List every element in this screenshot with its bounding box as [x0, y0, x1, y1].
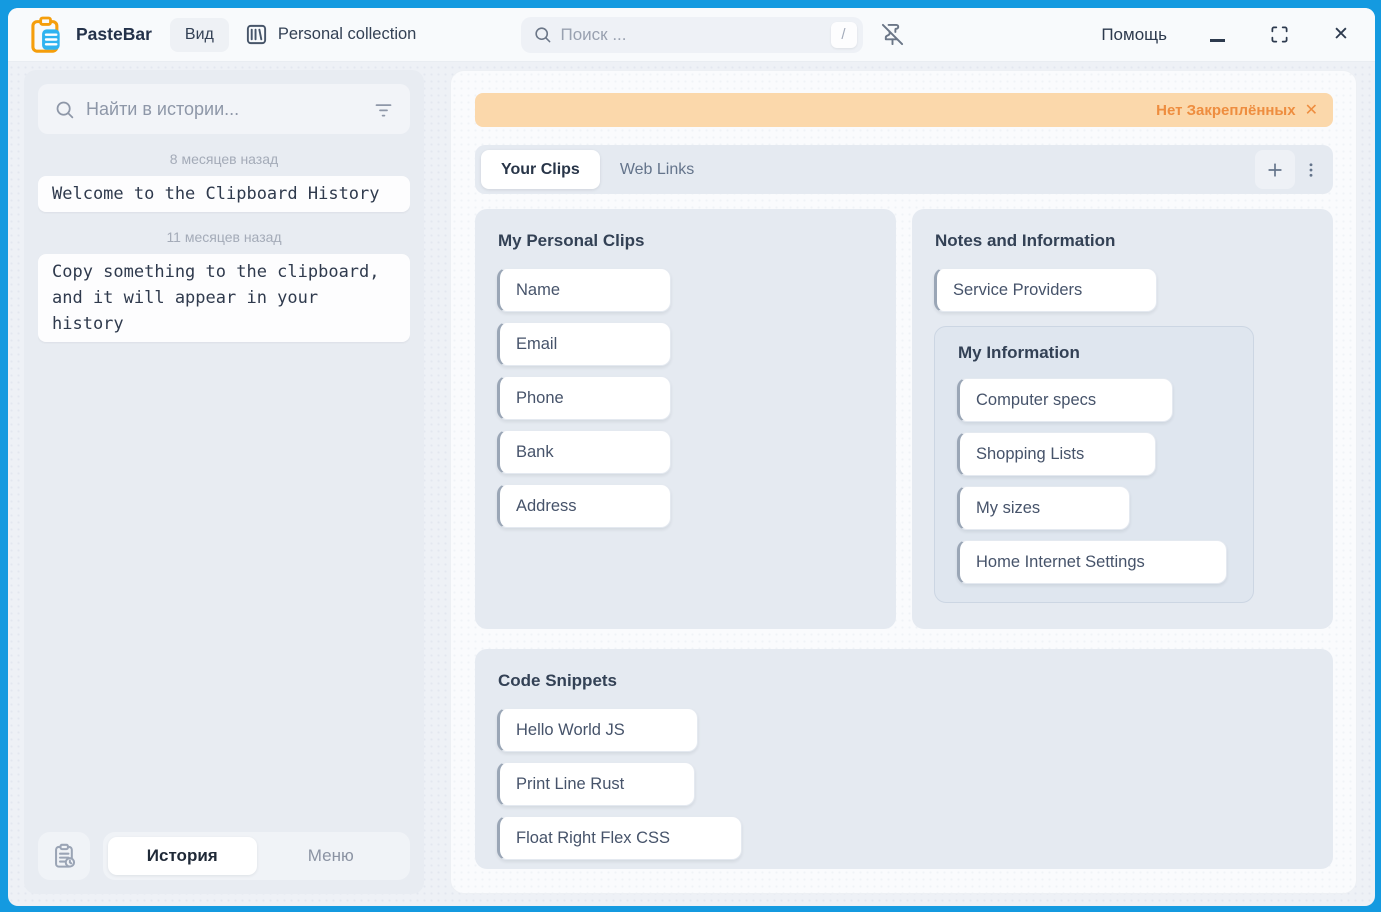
plus-icon: [1268, 162, 1282, 177]
history-search[interactable]: [38, 84, 410, 134]
clip-phone[interactable]: Phone: [497, 376, 671, 420]
tab-history[interactable]: История: [108, 837, 257, 875]
minimize-button[interactable]: [1205, 23, 1229, 47]
history-item[interactable]: Copy something to the clipboard, and it …: [38, 254, 410, 342]
maximize-icon: [1271, 26, 1287, 43]
clips-tab-bar: Your Clips Web Links: [475, 145, 1333, 194]
clip-float-right-flex-css[interactable]: Float Right Flex CSS: [497, 816, 742, 860]
close-icon: ✕: [1333, 24, 1349, 45]
clip-name[interactable]: Name: [497, 268, 671, 312]
board-my-personal-clips: My Personal Clips Name Email Phone Bank …: [475, 209, 896, 629]
subboard-title: My Information: [958, 343, 1080, 362]
clipboard-clock-icon: [54, 843, 75, 868]
topbar-left: PasteBar Вид Personal collection: [30, 16, 521, 54]
sidebar-tab-group: История Меню: [103, 832, 410, 880]
clip-hello-world-js[interactable]: Hello World JS: [497, 708, 698, 752]
app-body: 8 месяцев назад Welcome to the Clipboard…: [8, 62, 1375, 906]
collection-selector[interactable]: Personal collection: [245, 23, 417, 46]
tab-menu[interactable]: Меню: [257, 837, 406, 875]
search-icon: [54, 99, 75, 120]
no-pinned-label: Нет Закреплённых: [1156, 101, 1296, 119]
clip-bank[interactable]: Bank: [497, 430, 671, 474]
history-time-label: 8 месяцев назад: [169, 151, 279, 167]
dots-vertical-icon: [1309, 162, 1313, 177]
main-panel: Нет Закреплённых ✕ Your Clips Web Links: [450, 70, 1357, 894]
search-shortcut-badge: /: [830, 21, 857, 48]
filter-icon[interactable]: [373, 99, 394, 120]
clip-home-internet-settings[interactable]: Home Internet Settings: [957, 540, 1227, 584]
minimize-icon: [1209, 39, 1225, 42]
history-time-label: 11 месяцев назад: [166, 229, 282, 245]
global-search-input[interactable]: [560, 24, 822, 45]
boards-row: My Personal Clips Name Email Phone Bank …: [475, 209, 1333, 629]
view-menu-button[interactable]: Вид: [169, 17, 229, 52]
app-title: PasteBar: [76, 24, 152, 44]
clip-shopping-lists[interactable]: Shopping Lists: [957, 432, 1156, 476]
clip-address[interactable]: Address: [497, 484, 671, 528]
library-icon: [245, 23, 268, 46]
collection-name: Personal collection: [277, 25, 417, 43]
history-sidebar: 8 месяцев назад Welcome to the Clipboard…: [24, 70, 424, 894]
history-list: 8 месяцев назад Welcome to the Clipboard…: [38, 134, 410, 832]
clip-print-line-rust[interactable]: Print Line Rust: [497, 762, 695, 806]
search-icon: [533, 25, 552, 44]
no-pinned-banner: Нет Закреплённых ✕: [475, 93, 1333, 127]
banner-close-icon[interactable]: ✕: [1305, 100, 1318, 120]
board-menu-button[interactable]: [1295, 150, 1327, 189]
clip-my-sizes[interactable]: My sizes: [957, 486, 1130, 530]
board-code-snippets: Code Snippets Hello World JS Print Line …: [475, 649, 1333, 869]
subboard-my-information: My Information Computer specs Shopping L…: [934, 326, 1254, 603]
history-search-input[interactable]: [86, 98, 362, 120]
pastebar-logo-icon: [30, 16, 64, 54]
app-window: PasteBar Вид Personal collection /: [8, 8, 1375, 906]
tab-web-links[interactable]: Web Links: [600, 150, 714, 189]
pin-off-icon[interactable]: [881, 23, 904, 46]
clip-service-providers[interactable]: Service Providers: [934, 268, 1157, 312]
topbar-right: Помощь ✕: [863, 23, 1354, 47]
maximize-button[interactable]: [1267, 23, 1291, 47]
top-bar: PasteBar Вид Personal collection /: [8, 8, 1375, 62]
tab-your-clips[interactable]: Your Clips: [481, 150, 600, 189]
clip-computer-specs[interactable]: Computer specs: [957, 378, 1173, 422]
board-title: My Personal Clips: [498, 231, 645, 250]
board-title: Code Snippets: [498, 671, 618, 690]
help-link[interactable]: Помощь: [1101, 25, 1167, 45]
sidebar-footer: История Меню: [38, 832, 410, 880]
history-item[interactable]: Welcome to the Clipboard History: [38, 176, 410, 212]
global-search[interactable]: /: [520, 16, 863, 53]
board-notes-and-information: Notes and Information Service Providers …: [912, 209, 1333, 629]
clip-email[interactable]: Email: [497, 322, 671, 366]
clipboard-history-icon-button[interactable]: [38, 832, 90, 880]
close-button[interactable]: ✕: [1329, 23, 1353, 47]
add-clip-button[interactable]: [1255, 150, 1295, 189]
board-title: Notes and Information: [935, 231, 1116, 250]
